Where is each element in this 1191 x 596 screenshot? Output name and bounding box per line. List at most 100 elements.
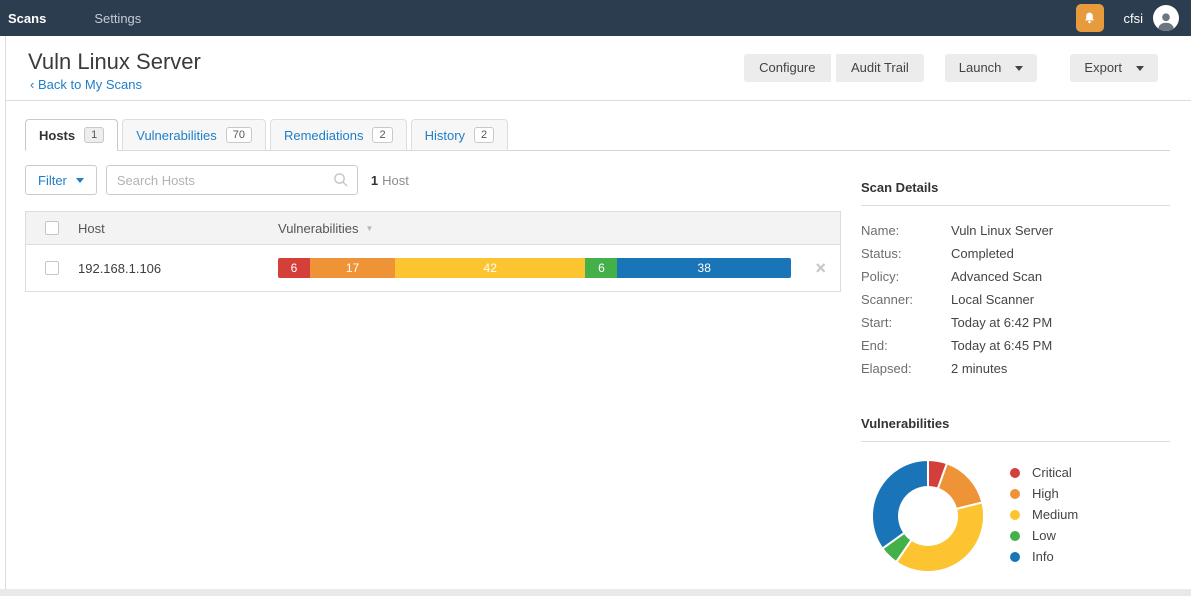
remove-host-icon[interactable]: × [815,259,826,277]
select-all-cell [26,221,78,235]
launch-button-label: Launch [958,60,1002,75]
legend-label-critical: Critical [1032,465,1072,480]
chevron-down-icon [1015,65,1024,71]
detail-row-name: Name: Vuln Linux Server [861,219,1170,242]
hosts-table: Host Vulnerabilities ▼ 192.168.1.106 6 17… [25,211,841,292]
detail-row-scanner: Scanner: Local Scanner [861,288,1170,311]
severity-segment-info[interactable]: 38 [617,258,791,278]
search-wrap [105,165,358,195]
vulnerability-donut [871,459,985,573]
severity-segment-critical[interactable]: 6 [278,258,310,278]
legend-item-critical: Critical [1010,462,1078,483]
header-divider [6,100,1191,101]
back-to-my-scans-link[interactable]: ‹ Back to My Scans [30,77,142,92]
vulnerabilities-chart: Critical High Medium Low Info [861,458,1170,579]
detail-row-status: Status: Completed [861,242,1170,265]
column-header-vulnerabilities[interactable]: Vulnerabilities ▼ [278,221,840,236]
legend-item-info: Info [1010,546,1078,567]
configure-button[interactable]: Configure [744,54,831,82]
tab-history[interactable]: History 2 [410,119,509,151]
username[interactable]: cfsi [1124,11,1144,26]
detail-label: Name: [861,223,900,238]
notifications-button[interactable] [1075,4,1104,32]
severity-segment-low[interactable]: 6 [585,258,618,278]
detail-row-end: End: Today at 6:45 PM [861,334,1170,357]
divider [861,441,1170,442]
host-ip[interactable]: 192.168.1.106 [78,261,278,276]
legend-dot-critical [1010,467,1020,478]
legend-dot-low [1010,530,1020,541]
bell-icon [1082,11,1097,26]
host-row-checkbox[interactable] [45,261,59,275]
launch-button[interactable]: Launch [944,54,1038,82]
top-navigation-bar: Scans Settings cfsi [0,0,1191,36]
page-bottom-strip [0,589,1191,596]
sort-descending-icon: ▼ [365,223,374,233]
legend-dot-high [1010,488,1020,499]
host-row-checkbox-cell [26,261,78,275]
severity-bar[interactable]: 6 17 42 6 38 [278,258,791,278]
export-button-label: Export [1084,60,1122,75]
scan-details-title: Scan Details [861,180,939,195]
detail-value: Today at 6:42 PM [951,315,1053,330]
donut-slice-info [871,459,929,550]
select-all-checkbox[interactable] [45,221,59,235]
detail-value: 2 minutes [951,361,1008,376]
tab-remediations[interactable]: Remediations 2 [269,119,407,151]
divider [861,205,1170,206]
tab-vulnerabilities[interactable]: Vulnerabilities 70 [122,119,266,151]
detail-label: Policy: [861,269,900,284]
host-row[interactable]: 192.168.1.106 6 17 42 6 38 × [26,245,840,291]
legend-item-high: High [1010,483,1078,504]
detail-label: Status: [861,246,902,261]
tab-vulnerabilities-label: Vulnerabilities [136,127,217,143]
legend-item-low: Low [1010,525,1078,546]
detail-value: Today at 6:45 PM [951,338,1053,353]
legend-dot-medium [1010,509,1020,520]
detail-label: End: [861,338,888,353]
user-avatar[interactable] [1153,5,1179,31]
severity-segment-medium[interactable]: 42 [395,258,586,278]
detail-value: Vuln Linux Server [951,223,1054,238]
legend-label-high: High [1032,486,1059,501]
scan-details-list: Name: Vuln Linux Server Status: Complete… [861,219,1170,380]
tab-hosts[interactable]: Hosts 1 [25,119,119,151]
nav-scans[interactable]: Scans [8,11,46,26]
audit-trail-button[interactable]: Audit Trail [835,54,924,82]
search-icon [332,171,350,194]
header-buttons: Configure Audit Trail Launch Export [744,54,1158,82]
chevron-down-icon [1136,65,1144,71]
donut-slice-high [936,462,984,510]
severity-segment-high[interactable]: 17 [309,258,396,278]
host-count-number: 1 [370,172,379,188]
tab-history-label: History [424,127,466,143]
detail-label: Elapsed: [861,361,912,376]
detail-value: Advanced Scan [951,269,1043,284]
tab-bar: Hosts 1 Vulnerabilities 70 Remediations … [25,117,1170,151]
column-header-vulnerabilities-label: Vulnerabilities [278,220,359,236]
search-hosts-input[interactable] [105,165,358,195]
legend-label-low: Low [1032,528,1056,543]
legend-dot-info [1010,551,1020,562]
detail-label: Start: [861,315,893,330]
host-count: 1 Host [371,173,409,188]
tab-vulnerabilities-count-badge: 70 [225,127,252,143]
vulnerabilities-panel-title: Vulnerabilities [861,416,950,431]
export-button[interactable]: Export [1070,54,1158,82]
tab-remediations-label: Remediations [283,127,364,143]
detail-value: Local Scanner [951,292,1035,307]
configure-audit-button-group: Configure Audit Trail [744,54,924,82]
detail-label: Scanner: [861,292,914,307]
detail-row-policy: Policy: Advanced Scan [861,265,1170,288]
nav-settings[interactable]: Settings [94,11,141,26]
chevron-down-icon [75,177,84,183]
hosts-toolbar: Filter 1Host [25,165,409,195]
host-row-vulnerabilities-cell: 6 17 42 6 38 × [278,258,840,278]
filter-button[interactable]: Filter [25,165,97,195]
filter-button-label: Filter [38,172,67,188]
legend-label-medium: Medium [1032,507,1079,522]
detail-row-start: Start: Today at 6:42 PM [861,311,1170,334]
column-header-host[interactable]: Host [78,221,278,236]
detail-value: Completed [951,246,1014,261]
host-count-label: Host [382,172,409,188]
